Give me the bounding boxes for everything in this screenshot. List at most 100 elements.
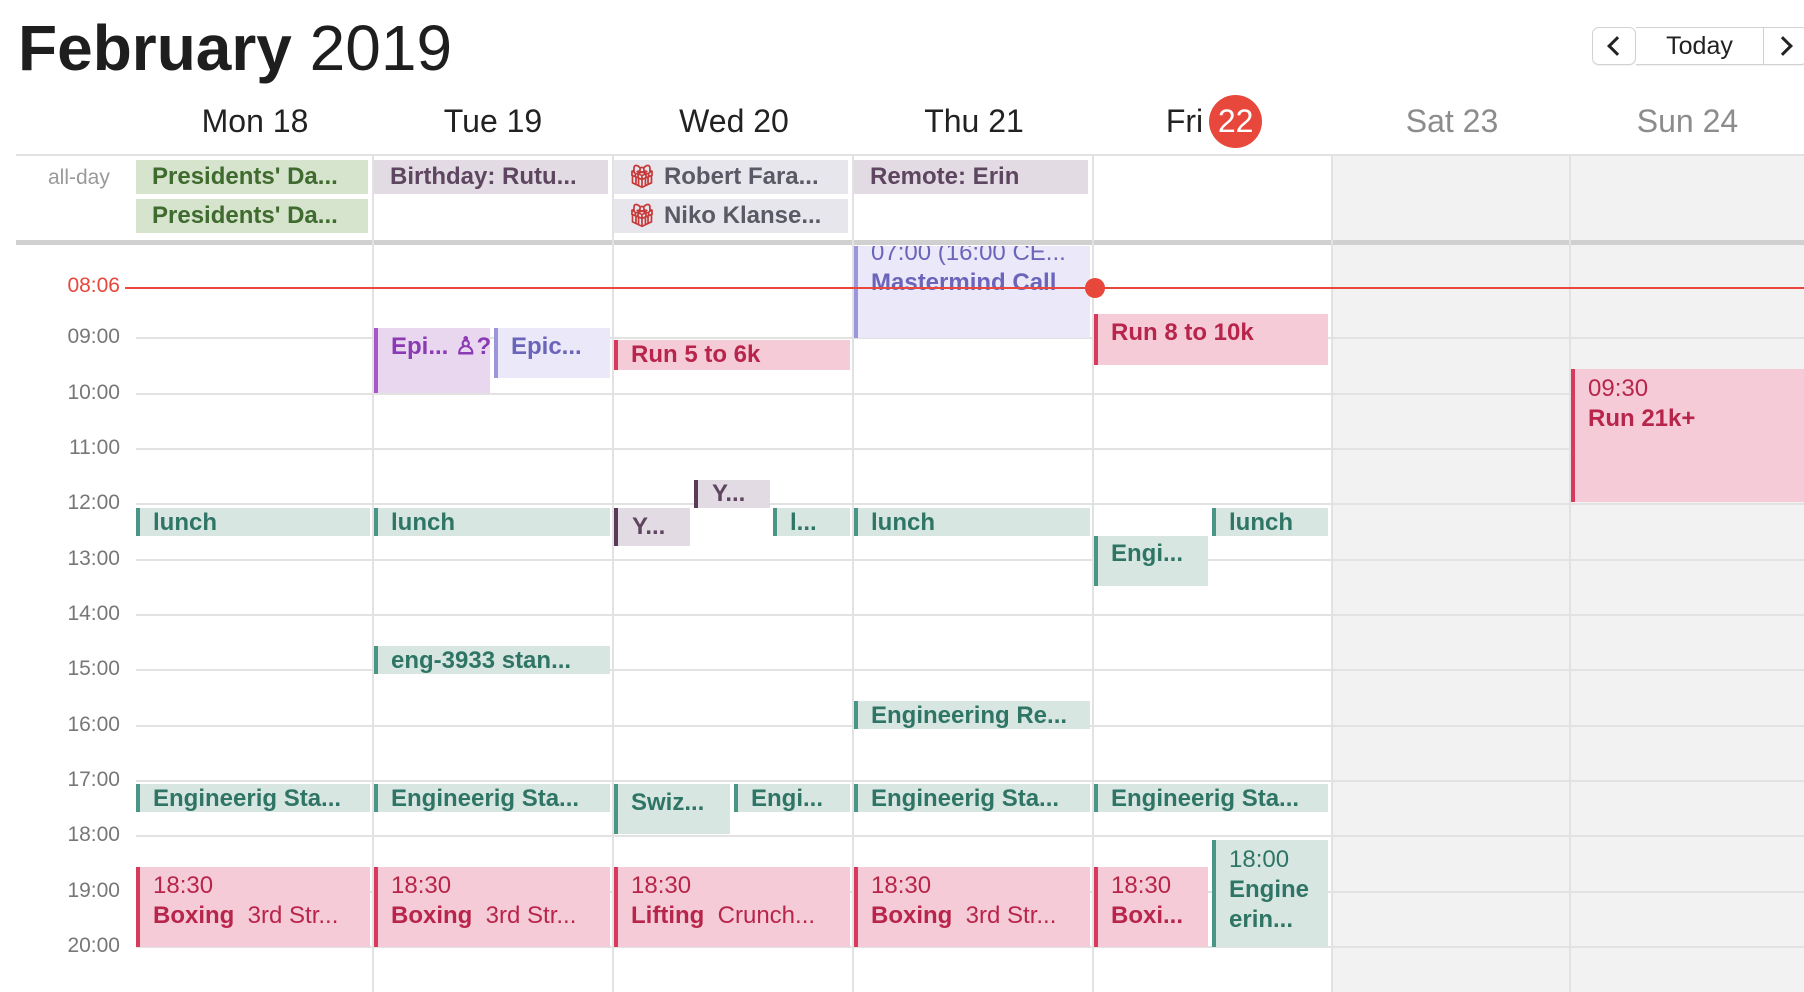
- event-time: 18:30: [153, 872, 214, 899]
- allday-event[interactable]: Presidents' Da...: [136, 199, 368, 233]
- calendar-event[interactable]: eng-3933 stan...: [374, 646, 610, 674]
- calendar-event[interactable]: Engineerig Sta...: [136, 784, 370, 812]
- hour-label: 14:00: [67, 602, 120, 625]
- hour-label: 09:00: [67, 325, 120, 348]
- calendar-event[interactable]: Engineerig Sta...: [1094, 784, 1328, 812]
- calendar-event[interactable]: Epic...: [494, 328, 610, 378]
- calendar-event[interactable]: l...: [773, 508, 850, 536]
- calendar-event[interactable]: 18:30 Boxing 3rd Str...: [136, 867, 370, 947]
- current-time-label: 08:06: [67, 274, 120, 297]
- event-time: 09:30: [1588, 375, 1649, 402]
- hour-label: 13:00: [67, 547, 120, 570]
- calendar-event[interactable]: lunch: [1212, 508, 1328, 536]
- event-title: Engi...: [1111, 540, 1183, 567]
- calendar-event[interactable]: 18:30 Boxing 3rd Str...: [854, 867, 1090, 947]
- calendar-event[interactable]: lunch: [374, 508, 610, 536]
- event-time: 07:00 (16:00 CE...: [871, 246, 1066, 266]
- hour-gridline: [136, 503, 1804, 505]
- event-title: Run 5 to 6k: [631, 341, 761, 368]
- allday-event[interactable]: 🎁︎ Niko Klanse...: [614, 199, 848, 233]
- hour-gridline: [136, 559, 1804, 561]
- event-title: Run 8 to 10k: [1111, 319, 1254, 346]
- event-title: Engineerig Sta...: [391, 785, 580, 812]
- allday-event[interactable]: Presidents' Da...: [136, 160, 368, 194]
- hour-label: 20:00: [67, 934, 120, 957]
- event-location: 3rd Str...: [247, 902, 339, 929]
- event-title: Swiz...: [631, 789, 705, 816]
- calendar-event[interactable]: Engineering Re...: [854, 701, 1090, 729]
- event-time: 18:30: [871, 872, 932, 899]
- calendar-event[interactable]: 18:30 Lifting Crunch...: [614, 867, 850, 947]
- event-title: Epi... ♙?: [391, 333, 490, 360]
- hour-label: 17:00: [67, 768, 120, 791]
- calendar-event[interactable]: lunch: [854, 508, 1090, 536]
- calendar-event[interactable]: Engi...: [734, 784, 850, 812]
- header-divider: [16, 154, 1804, 156]
- hour-label: 19:00: [67, 879, 120, 902]
- day-header-fri[interactable]: Fri 22: [1094, 95, 1334, 149]
- day-header-thu[interactable]: Thu 21: [854, 95, 1094, 147]
- column-divider: [1569, 154, 1571, 992]
- current-time-line: [125, 287, 1804, 289]
- event-title: eng-3933 stan...: [391, 647, 572, 674]
- hour-label: 18:00: [67, 823, 120, 846]
- month-label: February: [18, 12, 292, 84]
- calendar-event[interactable]: Run 8 to 10k: [1094, 314, 1328, 365]
- day-header-wed[interactable]: Wed 20: [614, 95, 854, 147]
- chevron-left-icon: [1606, 36, 1627, 56]
- day-header-fri-label: Fri: [1165, 103, 1204, 139]
- event-title: Engineerig Sta...: [871, 785, 1060, 812]
- allday-divider: [16, 240, 1804, 245]
- event-title: lunch: [391, 509, 455, 536]
- calendar-event[interactable]: Y...: [614, 508, 690, 546]
- allday-event-title: Birthday: Rutu...: [390, 163, 577, 190]
- calendar-event[interactable]: lunch: [136, 508, 370, 536]
- calendar-event[interactable]: Y...: [694, 480, 770, 508]
- allday-event[interactable]: Birthday: Rutu...: [374, 160, 608, 194]
- calendar-event[interactable]: 18:00 Engine erin...: [1212, 840, 1328, 947]
- today-date-badge: 22: [1209, 95, 1263, 149]
- calendar-event[interactable]: 07:00 (16:00 CE... Mastermind Call: [854, 246, 1090, 338]
- event-title: Run 21k+: [1588, 405, 1696, 432]
- event-title: Y...: [632, 513, 666, 540]
- event-title: Engi...: [751, 785, 823, 812]
- event-time: 18:30: [1111, 872, 1172, 899]
- allday-event-title: Presidents' Da...: [152, 202, 338, 229]
- calendar-event[interactable]: Engineerig Sta...: [374, 784, 610, 812]
- weekend-background: [1331, 156, 1804, 992]
- day-header-mon[interactable]: Mon 18: [136, 95, 374, 147]
- gift-icon: 🎁︎: [628, 164, 656, 189]
- event-time: 18:30: [391, 872, 452, 899]
- calendar-event[interactable]: 18:30 Boxing 3rd Str...: [374, 867, 610, 947]
- event-title: lunch: [871, 509, 935, 536]
- previous-week-button[interactable]: [1592, 27, 1636, 65]
- hour-gridline: [136, 614, 1804, 616]
- event-title: Lifting: [631, 902, 705, 929]
- allday-label: all-day: [48, 166, 110, 189]
- calendar-event[interactable]: Run 5 to 6k: [614, 340, 850, 370]
- allday-event-title: Presidents' Da...: [152, 163, 338, 190]
- day-header-sat[interactable]: Sat 23: [1333, 95, 1571, 147]
- year-label: 2019: [309, 12, 453, 84]
- today-button[interactable]: Today: [1636, 27, 1764, 65]
- event-title: l...: [790, 509, 817, 536]
- hour-gridline: [136, 780, 1804, 782]
- allday-event[interactable]: Remote: Erin: [854, 160, 1088, 194]
- next-week-button[interactable]: [1764, 27, 1804, 65]
- calendar-event[interactable]: Swiz...: [614, 784, 730, 834]
- calendar-event[interactable]: Epi... ♙?: [374, 328, 490, 393]
- calendar-event[interactable]: 18:30 Boxi...: [1094, 867, 1208, 947]
- day-header-tue[interactable]: Tue 19: [374, 95, 612, 147]
- day-header-sun[interactable]: Sun 24: [1571, 95, 1804, 147]
- hour-gridline: [136, 393, 1804, 395]
- calendar-event[interactable]: Engineerig Sta...: [854, 784, 1090, 812]
- allday-event-title: Remote: Erin: [870, 163, 1020, 190]
- calendar-event[interactable]: 09:30 Run 21k+: [1571, 369, 1804, 502]
- event-location: Crunch...: [717, 902, 816, 929]
- event-title: Engine: [1229, 876, 1310, 903]
- allday-event[interactable]: 🎁︎ Robert Fara...: [614, 160, 848, 194]
- calendar-event[interactable]: Engi...: [1094, 536, 1208, 586]
- gift-icon: 🎁︎: [628, 203, 656, 228]
- event-title: Engineerig Sta...: [153, 785, 342, 812]
- column-divider: [1331, 154, 1333, 992]
